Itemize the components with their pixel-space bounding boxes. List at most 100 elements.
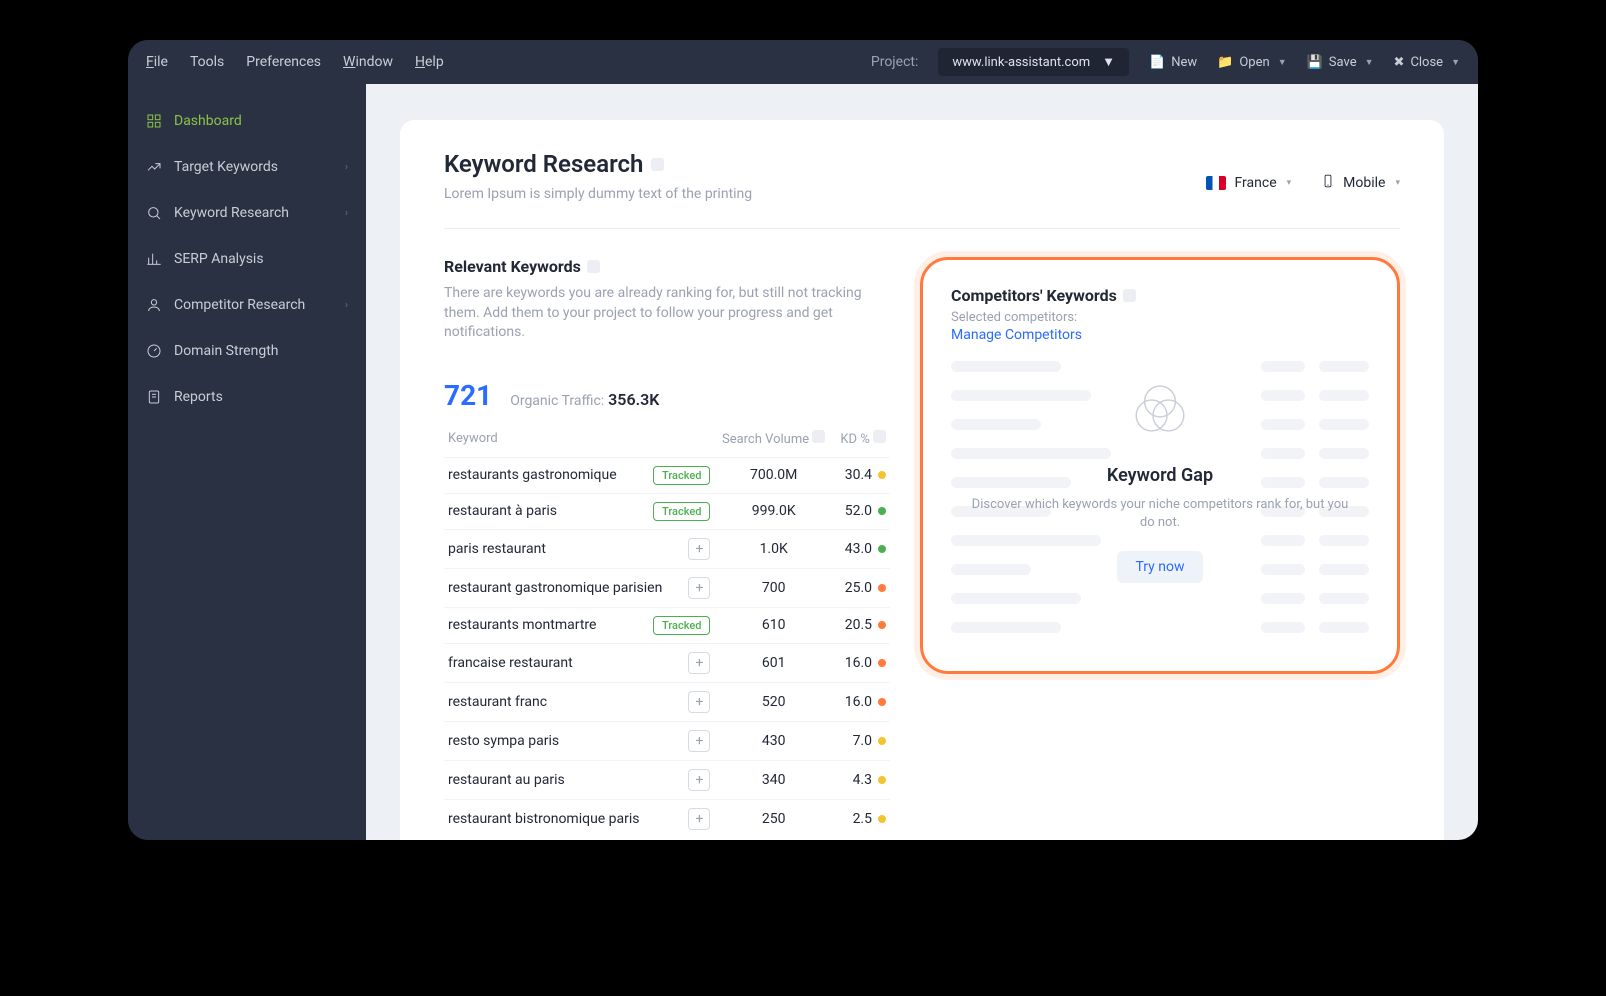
kd-cell: 16.0 [833,682,890,721]
volume-cell: 430 [714,721,832,760]
volume-cell: 700 [714,568,832,607]
keyword-text: restaurant franc [448,694,547,710]
add-keyword-button[interactable]: + [688,691,710,713]
gauge-icon [146,343,162,359]
keyword-count: 721 [444,379,492,412]
sidebar-item-serp-analysis[interactable]: SERP Analysis [128,236,366,282]
difficulty-dot [878,621,886,629]
reports-icon [146,389,162,405]
close-icon: ✖ [1394,55,1405,70]
difficulty-dot [878,776,886,784]
volume-cell: 601 [714,643,832,682]
sidebar-item-label: Target Keywords [174,159,278,175]
table-row: restaurants gastronomiqueTracked700.0M30… [444,457,890,493]
keyword-text: restaurant bistronomique paris [448,811,640,827]
table-row: restaurant bistronomique paris+2502.5 [444,799,890,838]
info-icon[interactable] [873,430,886,443]
difficulty-dot [878,471,886,479]
table-row: resto sympa paris +4307.0 [444,721,890,760]
keyword-text: restaurants gastronomique [448,467,617,483]
sidebar-item-domain-strength[interactable]: Domain Strength [128,328,366,374]
skeleton-placeholder: Keyword Gap Discover which keywords your… [951,361,1369,633]
volume-cell: 340 [714,760,832,799]
table-row: restaurant franc+52016.0 [444,682,890,721]
kd-cell: 43.0 [833,529,890,568]
page-title: Keyword Research [444,150,752,178]
table-row: restaurants montmartreTracked61020.5 [444,607,890,643]
sidebar: Dashboard Target Keywords › Keyword Rese… [128,84,366,840]
add-keyword-button[interactable]: + [688,769,710,791]
chevron-down-icon: ▼ [1278,57,1287,68]
difficulty-dot [878,584,886,592]
sidebar-item-label: Competitor Research [174,297,305,313]
menu-file[interactable]: File [146,54,168,70]
add-keyword-button[interactable]: + [688,808,710,830]
menu-tools[interactable]: Tools [190,54,224,70]
sidebar-item-target-keywords[interactable]: Target Keywords › [128,144,366,190]
keyword-text: restaurants montmartre [448,617,596,633]
save-button[interactable]: 💾 Save ▼ [1307,55,1374,70]
tracked-badge: Tracked [653,616,710,635]
table-row: paris restaurant+1.0K43.0 [444,529,890,568]
close-button[interactable]: ✖ Close ▼ [1394,55,1460,70]
device-selector[interactable]: Mobile ▾ [1321,172,1400,194]
gap-description: Discover which keywords your niche compe… [970,496,1350,532]
keywords-table: Keyword Search Volume KD % restaurants g… [444,420,890,838]
sidebar-item-competitor-research[interactable]: Competitor Research › [128,282,366,328]
search-icon [146,205,162,221]
info-icon[interactable] [1123,289,1136,302]
sidebar-item-label: Reports [174,389,223,405]
difficulty-dot [878,737,886,745]
col-kd: KD % [833,420,890,458]
chevron-right-icon: › [345,208,348,219]
manage-competitors-link[interactable]: Manage Competitors [951,327,1369,343]
table-row: restaurant au paris+3404.3 [444,760,890,799]
sidebar-item-dashboard[interactable]: Dashboard [128,98,366,144]
app-window: File Tools Preferences Window Help Proje… [128,40,1478,840]
info-icon[interactable] [651,158,664,171]
add-keyword-button[interactable]: + [688,652,710,674]
try-now-button[interactable]: Try now [1117,551,1202,583]
project-selector[interactable]: www.link-assistant.com ▼ [938,48,1129,76]
col-keyword: Keyword [444,420,714,458]
person-icon [146,297,162,313]
toolbar-right: Project: www.link-assistant.com ▼ 📄 New … [871,48,1460,76]
sidebar-item-keyword-research[interactable]: Keyword Research › [128,190,366,236]
tracked-badge: Tracked [653,466,710,485]
difficulty-dot [878,659,886,667]
keyword-text: paris restaurant [448,541,546,557]
gap-title: Keyword Gap [1107,465,1213,486]
kd-cell: 16.0 [833,643,890,682]
kd-cell: 7.0 [833,721,890,760]
dashboard-icon [146,113,162,129]
venn-icon [1125,377,1195,451]
menu-preferences[interactable]: Preferences [246,54,321,70]
menu-help[interactable]: Help [415,54,444,70]
keyword-text: resto sympa paris [448,733,559,749]
new-button[interactable]: 📄 New [1149,55,1197,70]
volume-cell: 999.0K [714,493,832,529]
section-title: Relevant Keywords [444,257,890,276]
open-button[interactable]: 📁 Open ▼ [1217,55,1286,70]
info-icon[interactable] [587,260,600,273]
folder-icon: 📁 [1217,55,1233,70]
sidebar-item-label: Dashboard [174,113,242,129]
sidebar-item-reports[interactable]: Reports [128,374,366,420]
difficulty-dot [878,507,886,515]
traffic-label: Organic Traffic: [510,393,604,409]
info-icon[interactable] [812,430,825,443]
sidebar-item-label: SERP Analysis [174,251,264,267]
add-keyword-button[interactable]: + [688,577,710,599]
competitors-panel: Competitors' Keywords Selected competito… [920,257,1400,674]
menu-window[interactable]: Window [343,54,393,70]
country-selector[interactable]: France ▾ [1206,175,1291,191]
add-keyword-button[interactable]: + [688,730,710,752]
add-keyword-button[interactable]: + [688,538,710,560]
mobile-icon [1321,172,1335,194]
kd-cell: 52.0 [833,493,890,529]
kd-cell: 4.3 [833,760,890,799]
difficulty-dot [878,815,886,823]
table-row: restaurant gastronomique parisien+70025.… [444,568,890,607]
project-value: www.link-assistant.com [952,55,1090,70]
section-description: There are keywords you are already ranki… [444,284,890,343]
